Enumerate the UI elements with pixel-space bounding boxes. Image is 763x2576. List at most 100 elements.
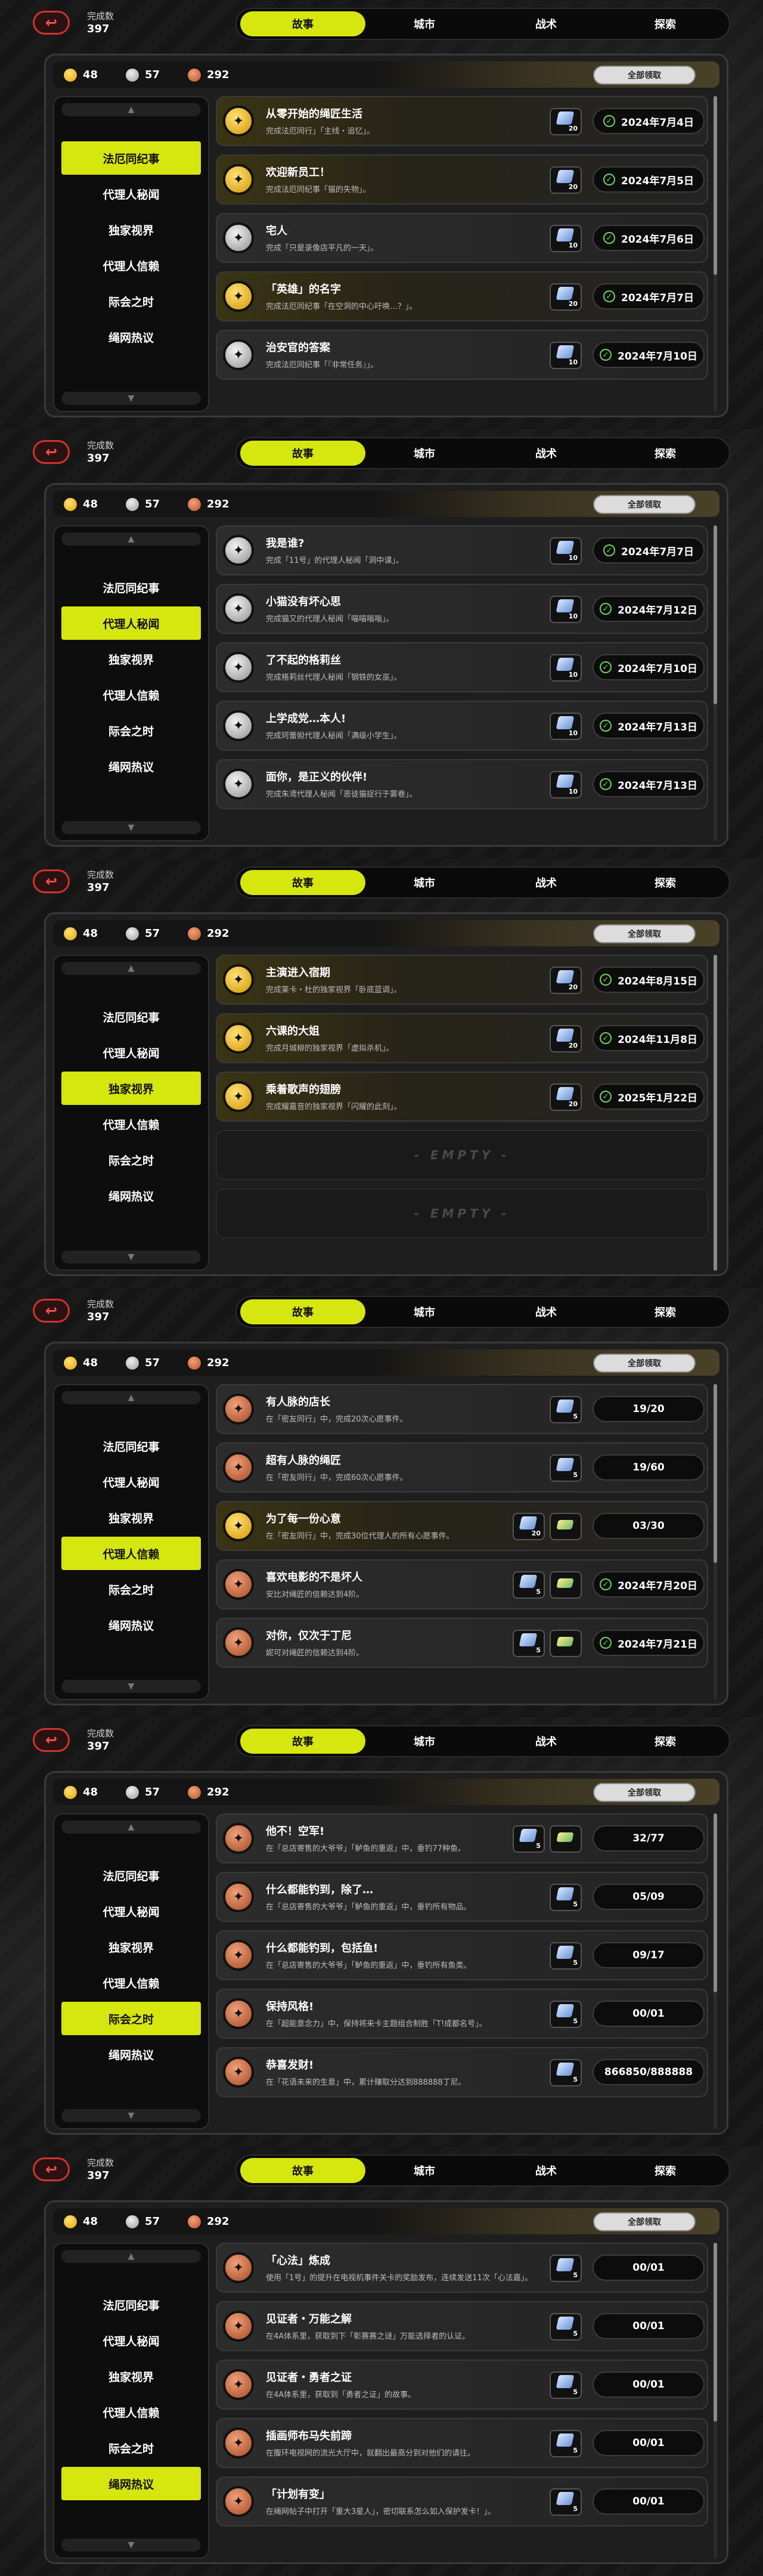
category-item[interactable]: 代理人秘闻 [61,177,201,210]
category-item[interactable]: 际会之时 [61,714,201,747]
achievement-row[interactable]: ✦ 什么都能钓到，除了… 在「总店寄售的大爷爷」「鲈鱼的重返」中，垂钓所有物品。 5 0… [216,1872,708,1922]
list-scrollbar[interactable] [714,96,717,412]
tab-2[interactable]: 战术 [483,1729,609,1754]
tab-2[interactable]: 战术 [483,441,609,466]
tab-0[interactable]: 故事 [240,11,365,36]
achievement-row[interactable]: ✦ 对你，仅次于丁尼 妮可对绳匠的信赖达到4阶。 5 ✓ 2024年7月21日 [216,1618,708,1668]
back-button[interactable]: ↩ [33,2157,70,2181]
category-item[interactable]: 独家视界 [61,1072,201,1105]
tab-1[interactable]: 城市 [362,11,487,36]
achievement-row[interactable]: ✦ 宅人 完成「只是录像店平凡的一天」。 10 ✓ 2024年7月6日 [216,213,708,263]
achievement-row[interactable]: ✦ 面你，是正义的伙伴! 完成朱鸢代理人秘闻「恶徒猫捉行于雾巷」。 10 ✓ 2024年7… [216,759,708,809]
scroll-up-button[interactable]: ▲ [61,962,201,975]
achievement-row[interactable]: ✦ 主演进入宿期 完成莱卡・杜的独家视界「卧底蓝调」。 20 ✓ 2024年8月15日 [216,955,708,1005]
tab-2[interactable]: 战术 [483,870,609,895]
scroll-up-button[interactable]: ▲ [61,1820,201,1834]
tab-3[interactable]: 探索 [603,441,728,466]
achievement-row[interactable]: ✦ 见证者・万能之解 在4A体系里，获取到下「彰赛赛之谜」万能选择者的认证。 5 00/… [216,2301,708,2351]
category-item[interactable]: 代理人信赖 [61,1966,201,1999]
achievement-row[interactable]: ✦ 上学成党…本人! 完成珂蕾妲代理人秘闻「满级小学生」。 10 ✓ 2024年7月13日 [216,701,708,751]
category-item[interactable]: 代理人秘闻 [61,606,201,640]
achievement-row[interactable]: ✦ 了不起的格莉丝 完成格莉丝代理人秘闻「钢铁的女巫」。 10 ✓ 2024年7月10日 [216,642,708,692]
back-button[interactable]: ↩ [33,11,70,35]
tab-0[interactable]: 故事 [240,1729,365,1754]
category-item[interactable]: 独家视界 [61,1501,201,1534]
scrollbar-thumb[interactable] [714,525,717,704]
scrollbar-thumb[interactable] [714,955,717,1271]
achievement-row[interactable]: ✦ 恭喜发财! 在「花语未来的生意」中，累计赚取分达到888888丁尼。 5 86685… [216,2047,708,2097]
list-scrollbar[interactable] [714,525,717,841]
claim-all-button[interactable]: 全部领取 [593,495,696,514]
category-item[interactable]: 代理人秘闻 [61,1465,201,1498]
claim-all-button[interactable]: 全部领取 [593,1783,696,1802]
category-item[interactable]: 绳网热议 [61,2038,201,2071]
category-item[interactable]: 绳网热议 [61,1608,201,1642]
scroll-up-button[interactable]: ▲ [61,1391,201,1404]
claim-all-button[interactable]: 全部领取 [593,2212,696,2231]
tab-3[interactable]: 探索 [603,11,728,36]
scroll-up-button[interactable]: ▲ [61,103,201,116]
category-item[interactable]: 代理人秘闻 [61,1894,201,1928]
scrollbar-thumb[interactable] [714,2243,717,2422]
list-scrollbar[interactable] [714,2243,717,2559]
tab-2[interactable]: 战术 [483,1299,609,1324]
tab-1[interactable]: 城市 [362,441,487,466]
achievement-row[interactable]: ✦ 从零开始的绳匠生活 完成法厄同行」「主线・追忆」。 20 ✓ 2024年7月4日 [216,96,708,146]
achievement-row[interactable]: ✦ 我是谁? 完成「11号」的代理人秘闻「洞中课」。 10 ✓ 2024年7月7日 [216,525,708,575]
scroll-down-button[interactable]: ▼ [61,392,201,405]
achievement-row[interactable]: ✦ 治安官的答案 完成法厄同纪事「『非常任务』」。 10 ✓ 2024年7月10日 [216,330,708,380]
tab-1[interactable]: 城市 [362,870,487,895]
category-item[interactable]: 法厄同纪事 [61,571,201,604]
tab-2[interactable]: 战术 [483,11,609,36]
tab-3[interactable]: 探索 [603,1299,728,1324]
category-item[interactable]: 际会之时 [61,2002,201,2035]
tab-3[interactable]: 探索 [603,2158,728,2183]
category-item[interactable]: 绳网热议 [61,320,201,354]
scrollbar-thumb[interactable] [714,1384,717,1563]
achievement-row[interactable]: ✦ 「英雄」的名字 完成法厄同纪事「在空洞的中心吁唤…？」。 20 ✓ 2024年7月7日 [216,271,708,321]
tab-0[interactable]: 故事 [240,441,365,466]
category-item[interactable]: 绳网热议 [61,2467,201,2500]
category-item[interactable]: 法厄同纪事 [61,1429,201,1463]
category-item[interactable]: 代理人信赖 [61,1107,201,1141]
tab-3[interactable]: 探索 [603,1729,728,1754]
scrollbar-thumb[interactable] [714,96,717,275]
tab-2[interactable]: 战术 [483,2158,609,2183]
achievement-row[interactable]: ✦ 乘着歌声的翅膀 完成耀嘉音的独家视界「闪耀的此刻」。 20 ✓ 2025年1月22日 [216,1072,708,1122]
category-item[interactable]: 独家视界 [61,2360,201,2393]
category-item[interactable]: 际会之时 [61,284,201,318]
claim-all-button[interactable]: 全部领取 [593,66,696,85]
achievement-row[interactable]: ✦ 喜欢电影的不是坏人 安比对绳匠的信赖达到4阶。 5 ✓ 2024年7月20日 [216,1559,708,1609]
list-scrollbar[interactable] [714,1384,717,1700]
category-item[interactable]: 代理人信赖 [61,2395,201,2429]
category-item[interactable]: 际会之时 [61,1572,201,1606]
category-item[interactable]: 代理人信赖 [61,678,201,711]
achievement-row[interactable]: ✦ 「心法」炼成 使用「1号」的提升在电视机事件关卡的奖励发布，连续发送11次「心法… [216,2243,708,2293]
tab-1[interactable]: 城市 [362,1299,487,1324]
tab-0[interactable]: 故事 [240,2158,365,2183]
tab-0[interactable]: 故事 [240,1299,365,1324]
category-item[interactable]: 际会之时 [61,2431,201,2464]
claim-all-button[interactable]: 全部领取 [593,1354,696,1373]
category-item[interactable]: 独家视界 [61,213,201,246]
tab-1[interactable]: 城市 [362,2158,487,2183]
category-item[interactable]: 法厄同纪事 [61,1000,201,1033]
scroll-up-button[interactable]: ▲ [61,2250,201,2263]
achievement-row[interactable]: ✦ 欢迎新员工！ 完成法厄同纪事「猫的失物」。 20 ✓ 2024年7月5日 [216,154,708,205]
achievement-row[interactable]: ✦ 为了每一份心意 在「密友同行」中，完成30位代理人的所有心愿事件。 20 03/30 [216,1501,708,1551]
tab-3[interactable]: 探索 [603,870,728,895]
achievement-row[interactable]: ✦ 见证者・勇者之证 在4A体系里，获取到「勇者之证」的故事。 5 00/01 [216,2360,708,2410]
scroll-up-button[interactable]: ▲ [61,532,201,546]
category-item[interactable]: 代理人秘闻 [61,2324,201,2357]
category-item[interactable]: 法厄同纪事 [61,1859,201,1892]
category-item[interactable]: 代理人信赖 [61,249,201,282]
tab-0[interactable]: 故事 [240,870,365,895]
scroll-down-button[interactable]: ▼ [61,2538,201,2552]
category-item[interactable]: 法厄同纪事 [61,141,201,175]
achievement-row[interactable]: ✦ 保持风格! 在「超能意念力」中，保持将来卡主题组合制胜「T!成都名号」。 5 00/… [216,1989,708,2039]
category-item[interactable]: 际会之时 [61,1143,201,1176]
category-item[interactable]: 代理人秘闻 [61,1036,201,1069]
list-scrollbar[interactable] [714,955,717,1271]
category-item[interactable]: 法厄同纪事 [61,2288,201,2321]
back-button[interactable]: ↩ [33,869,70,893]
